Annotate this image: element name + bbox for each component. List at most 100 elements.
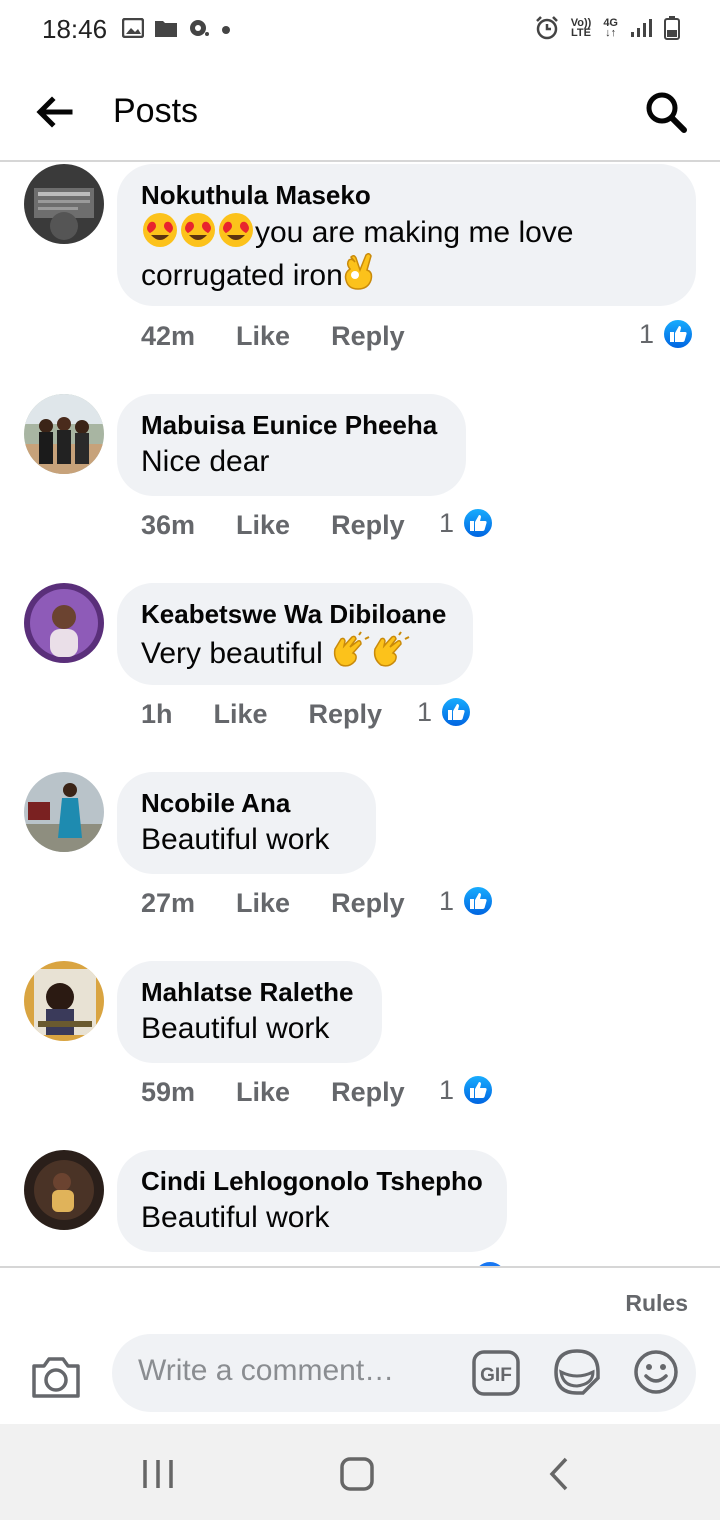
comment-text: you are making me love (141, 212, 672, 253)
emoji-icon (634, 1350, 678, 1394)
gallery-icon (122, 18, 144, 38)
clapping-hands-emoji (331, 631, 411, 670)
comment-text: Nice dear (141, 445, 270, 478)
search-icon (646, 92, 687, 133)
back-button[interactable] (30, 90, 80, 134)
comment-text: Very beautiful (141, 631, 449, 674)
comment-time[interactable]: 1h (141, 699, 173, 730)
avatar-image (24, 164, 104, 244)
like-button[interactable]: Like (214, 699, 268, 730)
avatar[interactable] (24, 961, 104, 1041)
compose-area: Rules Write a comment… GIF (0, 1266, 720, 1424)
battery-icon (664, 16, 680, 40)
like-button[interactable]: Like (236, 321, 290, 352)
avatar-image (24, 961, 104, 1041)
dot-icon (222, 26, 230, 34)
reply-button[interactable]: Reply (331, 888, 405, 919)
music-icon (190, 20, 209, 36)
like-button[interactable]: Like (236, 888, 290, 919)
sticker-icon (554, 1349, 600, 1395)
back-icon (549, 1457, 568, 1491)
heart-eyes-emoji (141, 213, 255, 249)
reply-button[interactable]: Reply (309, 699, 383, 730)
like-thumb-icon (462, 507, 495, 539)
app-header: Posts (0, 60, 720, 162)
comment-bubble[interactable]: Nokuthula Maseko you are making me love … (117, 164, 696, 306)
status-bar: 18:46 Vo)) LTE 4G ↓↑ (0, 0, 720, 60)
comment-author[interactable]: Cindi Lehlogonolo Tshepho (141, 1164, 483, 1198)
comment-bubble[interactable]: Keabetswe Wa Dibiloane Very beautiful (117, 583, 473, 685)
comment-author[interactable]: Ncobile Ana (141, 786, 352, 820)
like-thumb-icon (462, 885, 495, 917)
comment-meta: 27m Like Reply (141, 888, 446, 919)
back-arrow-icon (36, 96, 73, 128)
comment-text: Beautiful work (141, 1012, 330, 1045)
search-button[interactable] (642, 88, 690, 136)
comment-text-line2: corrugated iron (141, 253, 672, 296)
comment-author[interactable]: Nokuthula Maseko (141, 178, 672, 212)
sticker-button[interactable] (553, 1348, 601, 1396)
camera-button[interactable] (30, 1354, 82, 1400)
home-button[interactable] (337, 1454, 377, 1494)
comment-time[interactable]: 36m (141, 510, 195, 541)
system-icons: Vo)) LTE 4G ↓↑ (535, 16, 680, 40)
back-nav-button[interactable] (540, 1454, 580, 1494)
comment-author[interactable]: Keabetswe Wa Dibiloane (141, 597, 449, 631)
avatar-image (24, 1150, 104, 1230)
rules-link[interactable]: Rules (625, 1290, 688, 1317)
reaction-count[interactable]: 1 (439, 507, 495, 539)
comment-meta: 36m Like Reply (141, 510, 446, 541)
camera-icon (32, 1357, 80, 1398)
status-time: 18:46 (42, 14, 108, 44)
alarm-icon (535, 16, 558, 40)
svg-text:GIF: GIF (480, 1365, 512, 1386)
comment-text: Beautiful work (141, 823, 330, 856)
comment-input[interactable]: Write a comment… GIF (112, 1334, 696, 1412)
like-thumb-icon (440, 696, 473, 728)
comment-bubble[interactable]: Mahlatse Ralethe Beautiful work (117, 961, 382, 1063)
ok-hand-emoji (343, 253, 377, 292)
comment-time[interactable]: 27m (141, 888, 195, 919)
gif-button[interactable]: GIF (472, 1350, 520, 1396)
reply-button[interactable]: Reply (331, 321, 405, 352)
comment-meta: 1h Like Reply (141, 699, 423, 730)
comment-meta: 42m Like Reply (141, 321, 446, 352)
reaction-count[interactable]: 1 (439, 1074, 495, 1106)
comment-time[interactable]: 42m (141, 321, 195, 352)
reply-button[interactable]: Reply (331, 1077, 405, 1108)
comment-bubble[interactable]: Ncobile Ana Beautiful work (117, 772, 376, 874)
signal-icon (631, 19, 652, 37)
avatar[interactable] (24, 164, 104, 244)
comment-time[interactable]: 59m (141, 1077, 195, 1108)
reaction-count[interactable]: 1 (639, 318, 695, 350)
avatar[interactable] (24, 1150, 104, 1230)
comment-text: Beautiful work (141, 1201, 330, 1234)
reaction-count[interactable]: 1 (439, 885, 495, 917)
volte-indicator: Vo)) LTE (570, 17, 592, 39)
avatar[interactable] (24, 772, 104, 852)
home-icon (340, 1457, 374, 1491)
page-title: Posts (113, 92, 199, 130)
like-thumb-icon (462, 1074, 495, 1106)
recent-apps-icon (143, 1460, 173, 1488)
recent-apps-button[interactable] (138, 1454, 178, 1494)
comment-bubble[interactable]: Cindi Lehlogonolo Tshepho Beautiful work (117, 1150, 507, 1252)
avatar-image (24, 583, 104, 663)
avatar[interactable] (24, 394, 104, 474)
avatar-image (24, 394, 104, 474)
comment-list[interactable]: Nokuthula Maseko you are making me love … (0, 164, 720, 1266)
like-button[interactable]: Like (236, 1077, 290, 1108)
comment-bubble[interactable]: Mabuisa Eunice Pheeha Nice dear (117, 394, 466, 496)
like-thumb-icon (662, 318, 695, 350)
reaction-count[interactable]: 1 (417, 696, 473, 728)
comment-placeholder: Write a comment… (138, 1354, 395, 1387)
reply-button[interactable]: Reply (331, 510, 405, 541)
emoji-button[interactable] (632, 1348, 680, 1396)
comment-author[interactable]: Mabuisa Eunice Pheeha (141, 408, 442, 442)
network-indicator: 4G ↓↑ (603, 17, 618, 39)
comment-author[interactable]: Mahlatse Ralethe (141, 975, 358, 1009)
system-nav-bar (0, 1424, 720, 1520)
like-button[interactable]: Like (236, 510, 290, 541)
folder-icon (155, 21, 177, 37)
avatar[interactable] (24, 583, 104, 663)
